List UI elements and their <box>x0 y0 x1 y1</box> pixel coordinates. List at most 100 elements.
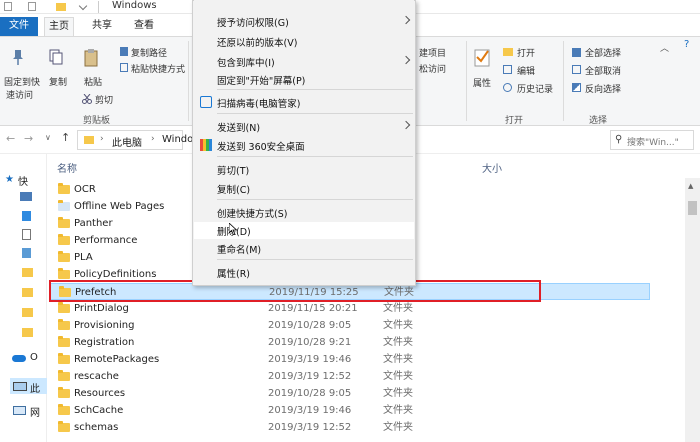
forward-icon[interactable]: → <box>24 132 33 145</box>
file-row[interactable]: rescache 2019/3/19 12:52 文件夹 <box>50 368 650 385</box>
properties-button[interactable]: 属性 <box>473 76 491 89</box>
file-date: 2019/3/19 19:46 <box>268 354 352 365</box>
history-icon <box>503 83 512 92</box>
new-item-button[interactable]: 建项目 <box>419 46 446 59</box>
menu-separator <box>217 199 413 200</box>
paste-shortcut-icon <box>120 63 128 72</box>
quick-access-checkbox-icon[interactable] <box>28 2 36 11</box>
app-icon <box>4 2 12 11</box>
scroll-up-icon[interactable]: ▲ <box>688 182 693 190</box>
file-name: Resources <box>74 388 126 399</box>
select-none-button[interactable]: 全部取消 <box>585 64 621 77</box>
chevron-down-icon[interactable] <box>78 1 88 11</box>
column-size[interactable]: 大小 <box>482 160 502 175</box>
copy-icon <box>49 49 63 65</box>
vertical-scrollbar[interactable] <box>685 178 700 442</box>
pin-quick-access-button[interactable]: 固定到快 <box>4 75 40 88</box>
copy-button[interactable]: 复制 <box>49 75 67 88</box>
select-all-button[interactable]: 全部选择 <box>585 46 621 59</box>
folder-icon[interactable] <box>22 308 33 317</box>
edit-button[interactable]: 编辑 <box>517 64 535 77</box>
select-all-icon <box>572 48 581 57</box>
file-name: rescache <box>74 371 119 382</box>
download-icon[interactable] <box>22 211 31 221</box>
file-name: schemas <box>74 422 119 433</box>
menu-item-scan-virus[interactable]: 扫描病毒(电脑管家) <box>217 96 300 110</box>
invert-selection-button[interactable]: 反向选择 <box>585 82 621 95</box>
back-icon[interactable]: ← <box>6 132 15 145</box>
nav-item-this-pc[interactable]: 此 <box>30 380 40 395</box>
menu-item-send-to-360[interactable]: 发送到 360安全桌面 <box>217 139 305 153</box>
scrollbar-thumb[interactable] <box>688 201 697 215</box>
menu-item-send-to[interactable]: 发送到(N) <box>217 120 260 134</box>
nav-item-quick-access[interactable]: 快 <box>18 173 28 188</box>
menu-item-properties[interactable]: 属性(R) <box>217 266 250 280</box>
file-name: Offline Web Pages <box>74 201 165 212</box>
folder-icon[interactable] <box>22 288 33 297</box>
folder-icon <box>58 387 70 398</box>
cut-button[interactable]: 剪切 <box>95 93 113 106</box>
folder-icon[interactable] <box>22 328 33 337</box>
menu-item-rename[interactable]: 重命名(M) <box>217 242 261 256</box>
properties-icon <box>474 47 490 67</box>
file-type: 文件夹 <box>383 422 413 433</box>
menu-item-grant-access[interactable]: 授予访问权限(G) <box>217 15 289 29</box>
pictures-icon[interactable] <box>22 248 31 258</box>
menu-item-restore-versions[interactable]: 还原以前的版本(V) <box>217 35 297 49</box>
help-icon[interactable]: ? <box>684 39 689 50</box>
file-date: 2019/3/19 12:52 <box>268 371 352 382</box>
file-row[interactable]: Resources 2019/10/28 9:05 文件夹 <box>50 385 650 402</box>
menu-item-create-shortcut[interactable]: 创建快捷方式(S) <box>217 206 287 220</box>
up-icon[interactable]: ↑ <box>61 131 70 144</box>
menu-item-include-in-library[interactable]: 包含到库中(I) <box>217 55 275 69</box>
nav-item-onedrive[interactable]: O <box>30 352 38 363</box>
collapse-ribbon-icon[interactable]: ︿ <box>660 41 669 54</box>
file-name: Provisioning <box>74 320 135 331</box>
tab-home[interactable]: 主页 <box>44 17 74 36</box>
file-type: 文件夹 <box>383 303 413 314</box>
file-row[interactable]: SchCache 2019/3/19 19:46 文件夹 <box>50 402 650 419</box>
menu-item-pin-to-start[interactable]: 固定到"开始"屏幕(P) <box>217 73 305 87</box>
folder-icon[interactable] <box>22 268 33 277</box>
search-input[interactable]: ⚲ 搜索"Win..." <box>610 130 694 150</box>
desktop-icon[interactable] <box>20 192 32 201</box>
tab-file[interactable]: 文件 <box>0 17 38 36</box>
tab-share[interactable]: 共享 <box>88 17 116 36</box>
folder-icon <box>58 319 70 330</box>
window-title: Windows <box>112 0 157 11</box>
folder-icon <box>58 200 70 211</box>
submenu-arrow-icon <box>401 15 411 25</box>
pin-label-1: 固定到快 <box>4 78 41 88</box>
clipboard-group-label: 剪贴板 <box>83 116 111 126</box>
nav-item-network[interactable]: 网 <box>30 404 40 419</box>
tab-view[interactable]: 查看 <box>130 17 158 36</box>
invert-selection-icon <box>572 83 581 92</box>
file-row[interactable]: Registration 2019/10/28 9:21 文件夹 <box>50 334 650 351</box>
column-name[interactable]: 名称 <box>57 160 77 175</box>
file-row[interactable]: RemotePackages 2019/3/19 19:46 文件夹 <box>50 351 650 368</box>
select-none-icon <box>572 65 581 74</box>
easy-access-button[interactable]: 松访问 <box>419 62 446 75</box>
address-bar[interactable]: › 此电脑 › Windo <box>77 130 193 150</box>
file-date: 2019/10/28 9:21 <box>268 337 352 348</box>
breadcrumb-current[interactable]: Windo <box>162 134 193 145</box>
recent-locations-icon[interactable]: ∨ <box>45 133 51 142</box>
file-row[interactable]: PrintDialog 2019/11/15 20:21 文件夹 <box>50 300 650 317</box>
folder-icon <box>58 336 70 347</box>
paste-shortcut-button[interactable]: 粘贴快捷方式 <box>131 62 185 75</box>
copy-path-button[interactable]: 复制路径 <box>131 46 167 59</box>
folder-icon <box>58 217 70 228</box>
360-desktop-icon <box>200 139 212 151</box>
file-row[interactable]: Provisioning 2019/10/28 9:05 文件夹 <box>50 317 650 334</box>
paste-button[interactable]: 粘贴 <box>84 75 102 88</box>
folder-icon <box>58 251 70 262</box>
menu-item-cut[interactable]: 剪切(T) <box>217 163 249 177</box>
edit-icon <box>503 65 512 74</box>
history-button[interactable]: 历史记录 <box>517 82 553 95</box>
file-row[interactable]: schemas 2019/3/19 12:52 文件夹 <box>50 419 650 436</box>
breadcrumb-root[interactable]: 此电脑 <box>112 134 142 149</box>
document-icon[interactable] <box>22 229 31 240</box>
menu-item-copy[interactable]: 复制(C) <box>217 182 250 196</box>
menu-separator <box>217 89 413 90</box>
open-button[interactable]: 打开 <box>517 46 535 59</box>
